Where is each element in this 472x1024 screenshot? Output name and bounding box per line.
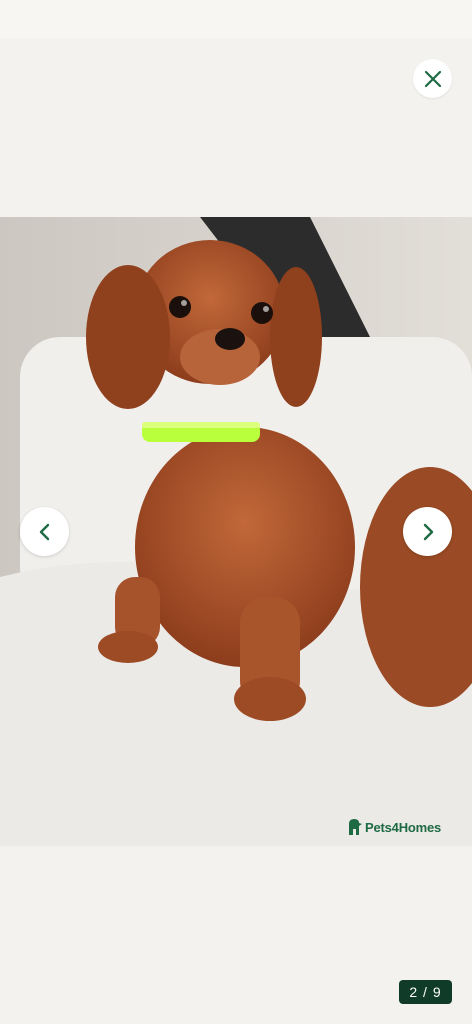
next-photo-button[interactable] [403, 507, 452, 556]
close-button[interactable] [413, 59, 452, 98]
chevron-left-icon [39, 523, 49, 540]
status-bar [0, 0, 472, 38]
gallery-photo: Pets4Homes [0, 217, 472, 846]
close-icon [424, 70, 441, 87]
pets4homes-watermark: Pets4Homes [347, 815, 441, 839]
watermark-text: Pets4Homes [365, 819, 442, 835]
chevron-right-icon [423, 523, 433, 540]
pets4homes-logo-icon [349, 819, 362, 835]
photo-counter: 2 / 9 [399, 980, 452, 1004]
previous-photo-button[interactable] [20, 507, 69, 556]
